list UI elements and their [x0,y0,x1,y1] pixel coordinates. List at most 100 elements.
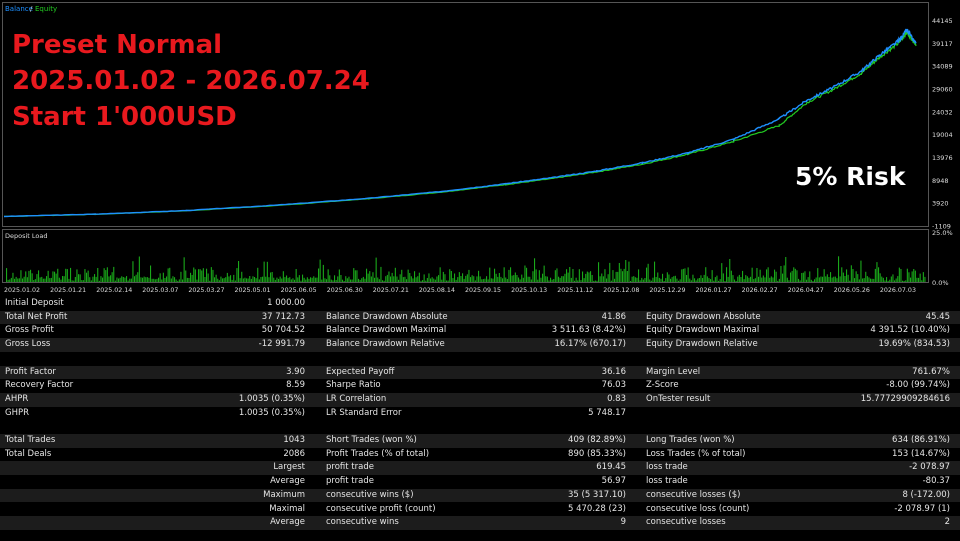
deposit-load-bar [118,278,120,282]
deposit-load-bar [289,277,291,282]
deposit-load-bar [482,279,484,282]
x-tick-label: 2025.07.21 [373,287,409,294]
deposit-load-bar [199,269,201,282]
deposit-load-bar [374,277,376,282]
deposit-load-bar [404,276,406,282]
y-tick-label: 13976 [932,154,953,162]
deposit-load-bar [607,274,609,282]
deposit-load-bar [772,277,774,282]
deposit-load-bar [567,272,569,282]
y-tick-label: 24032 [932,108,953,116]
deposit-load-bar [385,276,387,282]
deposit-load-bar [791,270,793,282]
x-tick-label: 2025.09.15 [465,287,501,294]
deposit-load-bar [873,278,875,282]
row-label: consecutive wins ($) [326,489,414,500]
deposit-load-bar [215,274,217,282]
deposit-load-bar [550,277,552,282]
deposit-load-bar [476,276,478,282]
deposit-load-bar [894,280,896,282]
row-label: AHPR [5,393,29,404]
deposit-load-bar [20,270,22,282]
deposit-load-bar [394,267,396,282]
deposit-load-bar [297,277,299,282]
deposit-load-bar [580,280,582,282]
deposit-load-bar [530,279,532,282]
row-value: 41.86 [601,311,626,322]
row-value: 3 511.63 (8.42%) [551,325,626,336]
row-label: profit trade [326,462,374,473]
deposit-load-bar [415,277,417,282]
deposit-load-bar [761,277,763,282]
deposit-load-bar [393,276,395,282]
deposit-load-bar [234,280,236,282]
deposit-load-bar [38,270,40,282]
legend-equity: Equity [35,5,57,13]
deposit-load-bar [775,271,777,282]
deposit-load-bar [516,275,518,282]
deposit-load-bar [836,278,838,282]
row-label: Average [270,517,305,528]
deposit-load-bar [313,276,315,282]
row-value: 19.69% (834.53) [878,339,951,350]
row-value: 16.17% (670.17) [554,339,627,350]
deposit-load-bar [206,268,208,282]
deposit-load-bar [860,260,862,282]
row-value: 1043 [283,435,305,445]
deposit-load-bar [788,280,790,282]
deposit-load-bar [302,274,304,282]
deposit-load-tick-top: 25.0% [932,229,953,237]
row-label: Total Net Profit [5,311,68,322]
report-row: Gross Loss -12 991.79 Balance Drawdown Rel… [0,338,960,352]
deposit-load-bar [622,271,624,282]
start-capital: Start 1'000USD [12,102,237,132]
row-label: Gross Profit [5,325,54,336]
deposit-load-bar [137,272,139,282]
deposit-load-bar [396,276,398,282]
deposit-load-bar [676,278,678,282]
deposit-load-bar [524,265,526,282]
deposit-load-bar [820,276,822,282]
deposit-load-bar [689,278,691,282]
deposit-load-bar [786,277,788,282]
x-tick-label: 2025.03.27 [188,287,224,294]
deposit-load-bar [105,270,107,282]
row-label: LR Standard Error [326,407,402,418]
deposit-load-bar [782,273,784,282]
deposit-load-bar [119,277,121,282]
deposit-load-bar [318,268,320,282]
y-tick-label: 34089 [932,63,953,71]
deposit-load-bar [766,269,768,282]
deposit-load-bar [414,271,416,282]
deposit-load-bar [740,277,742,282]
deposit-load-bar [113,266,115,282]
deposit-load-bar [618,263,620,282]
deposit-load-bar [852,269,854,282]
deposit-load-bar [204,277,206,282]
deposit-load-bar [273,277,275,282]
deposit-load-bar [602,276,604,282]
deposit-load-bar [705,267,707,282]
deposit-load-bar [22,278,24,282]
deposit-load-bar [399,274,401,282]
deposit-load-bar [366,268,368,282]
deposit-load-bar [594,280,596,282]
row-value: 2086 [283,448,305,459]
deposit-load-bar [70,267,72,282]
deposit-load-bar [454,273,456,282]
deposit-load-bar [274,279,276,282]
deposit-load-bar [577,280,579,282]
deposit-load-bar [588,272,590,282]
deposit-load-bar [561,276,563,282]
deposit-load-bar [847,274,849,282]
report-row: Gross Profit 50 704.52 Balance Drawdown Ma… [0,324,960,338]
deposit-load-bar [177,280,179,282]
row-value: 0.83 [607,393,626,404]
deposit-load-bar [844,276,846,282]
report-row: Average consecutive wins 9 consecutive loss… [0,516,960,530]
deposit-load-bar [532,271,534,282]
deposit-load-bar [734,279,736,282]
deposit-load-bar [310,277,312,282]
report-row: Total Deals 2086 Profit Trades (% of total… [0,448,960,462]
deposit-load-bar [210,267,212,282]
